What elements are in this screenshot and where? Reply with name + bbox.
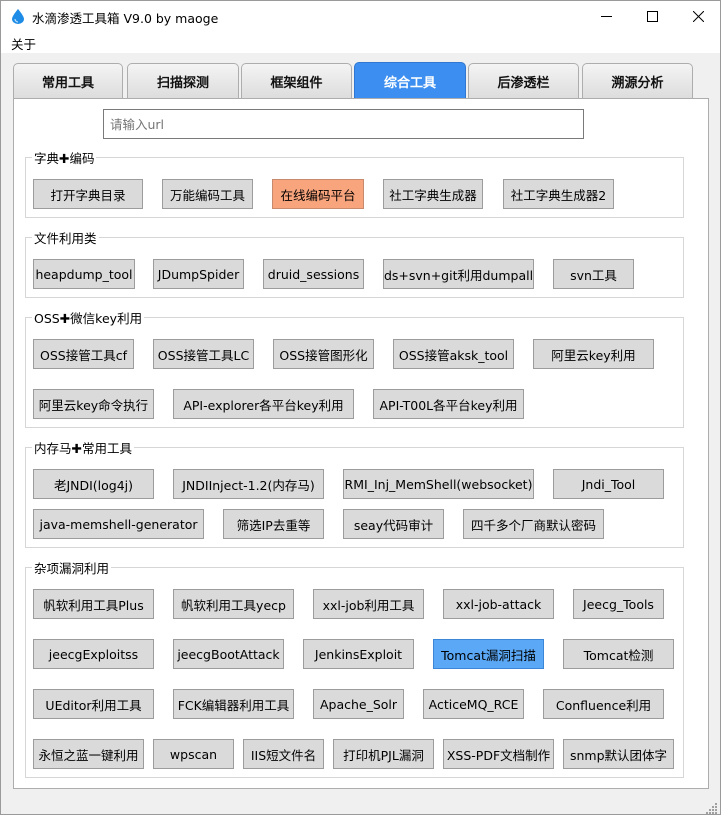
oss-takeover-cf-button[interactable]: OSS接管工具cf <box>33 339 134 369</box>
api-tool-button[interactable]: API-T00L各平台key利用 <box>373 389 524 419</box>
xss-pdf-button[interactable]: XSS-PDF文档制作 <box>443 739 554 769</box>
xxl-job-tool-button[interactable]: xxl-job利用工具 <box>313 589 424 619</box>
tab-post-exploitation[interactable]: 后渗透栏 <box>468 63 579 99</box>
tab-common-tools[interactable]: 常用工具 <box>13 63 123 99</box>
minimize-icon <box>600 15 612 17</box>
resize-grip-icon[interactable] <box>706 802 718 814</box>
universal-encoding-tool-button[interactable]: 万能编码工具 <box>162 179 253 209</box>
printer-pjl-button[interactable]: 打印机PJL漏洞 <box>333 739 434 769</box>
api-explorer-button[interactable]: API-explorer各平台key利用 <box>173 389 354 419</box>
maximize-icon <box>646 10 658 22</box>
old-jndi-button[interactable]: 老JNDI(log4j) <box>33 469 154 499</box>
apache-solr-button[interactable]: Apache_Solr <box>313 689 404 719</box>
fanruan-plus-button[interactable]: 帆软利用工具Plus <box>33 589 154 619</box>
jeecg-exploitss-button[interactable]: jeecgExploitss <box>33 639 154 669</box>
svn-tool-button[interactable]: svn工具 <box>553 259 634 289</box>
oss-takeover-gui-button[interactable]: OSS接管图形化 <box>273 339 374 369</box>
oss-takeover-lc-button[interactable]: OSS接管工具LC <box>153 339 254 369</box>
jndi-tool-button[interactable]: Jndi_Tool <box>553 469 664 499</box>
window-title: 水滴渗透工具箱 V9.0 by maoge <box>32 11 219 26</box>
oss-aksk-tool-button[interactable]: OSS接管aksk_tool <box>393 339 514 369</box>
jdumpspider-button[interactable]: JDumpSpider <box>153 259 244 289</box>
dumpall-button[interactable]: ds+svn+git利用dumpall <box>383 259 534 289</box>
water-drop-icon <box>12 9 24 24</box>
tab-strip: 常用工具 扫描探测 框架组件 综合工具 后渗透栏 溯源分析 <box>13 62 709 99</box>
group-title: OSS✚微信key利用 <box>32 308 145 327</box>
heapdump-tool-button[interactable]: heapdump_tool <box>33 259 135 289</box>
group-title: 字典✚编码 <box>32 148 97 167</box>
open-dictionary-dir-button[interactable]: 打开字典目录 <box>33 179 143 209</box>
aliyun-key-exec-button[interactable]: 阿里云key命令执行 <box>33 389 154 419</box>
fck-editor-tool-button[interactable]: FCK编辑器利用工具 <box>173 689 294 719</box>
aliyun-key-button[interactable]: 阿里云key利用 <box>533 339 654 369</box>
online-encoding-platform-button[interactable]: 在线编码平台 <box>272 179 364 209</box>
window-bottom-strip <box>1 790 720 814</box>
group-title: 内存马✚常用工具 <box>32 438 134 457</box>
group-title: 杂项漏洞利用 <box>32 558 112 577</box>
ip-dedupe-button[interactable]: 筛选IP去重等 <box>223 509 324 539</box>
activemq-rce-button[interactable]: ActiceMQ_RCE <box>423 689 524 719</box>
social-dictionary-generator-2-button[interactable]: 社工字典生成器2 <box>503 179 614 209</box>
url-input[interactable] <box>103 109 584 139</box>
tab-framework-components[interactable]: 框架组件 <box>241 63 352 99</box>
eternal-blue-button[interactable]: 永恒之蓝一键利用 <box>33 739 144 769</box>
title-bar[interactable]: 水滴渗透工具箱 V9.0 by maoge <box>1 1 720 31</box>
jeecg-boot-attack-button[interactable]: jeecgBootAttack <box>173 639 284 669</box>
close-icon <box>692 10 704 22</box>
fanruan-yecp-button[interactable]: 帆软利用工具yecp <box>173 589 294 619</box>
snmp-community-button[interactable]: snmp默认团体字 <box>563 739 674 769</box>
default-passwords-button[interactable]: 四千多个厂商默认密码 <box>463 509 604 539</box>
wpscan-button[interactable]: wpscan <box>153 739 234 769</box>
rmi-memshell-button[interactable]: RMI_Inj_MemShell(websocket) <box>343 469 534 499</box>
seay-audit-button[interactable]: seay代码审计 <box>343 509 444 539</box>
social-dictionary-generator-button[interactable]: 社工字典生成器 <box>383 179 483 209</box>
jenkins-exploit-button[interactable]: JenkinsExploit <box>303 639 414 669</box>
confluence-button[interactable]: Confluence利用 <box>543 689 664 719</box>
minimize-button[interactable] <box>583 1 629 31</box>
ueditor-tool-button[interactable]: UEditor利用工具 <box>33 689 154 719</box>
java-memshell-generator-button[interactable]: java-memshell-generator <box>33 509 204 539</box>
tomcat-vuln-scan-button[interactable]: Tomcat漏洞扫描 <box>433 639 544 669</box>
xxl-job-attack-button[interactable]: xxl-job-attack <box>443 589 554 619</box>
druid-sessions-button[interactable]: druid_sessions <box>263 259 364 289</box>
tab-integrated-tools[interactable]: 综合工具 <box>354 62 466 99</box>
tab-scan-detect[interactable]: 扫描探测 <box>127 63 239 99</box>
tab-traceability-analysis[interactable]: 溯源分析 <box>582 63 693 99</box>
maximize-button[interactable] <box>629 1 675 31</box>
jeecg-tools-button[interactable]: Jeecg_Tools <box>573 589 664 619</box>
close-button[interactable] <box>675 1 721 31</box>
iis-shortname-button[interactable]: IIS短文件名 <box>243 739 324 769</box>
menu-bar: 关于 <box>1 31 720 53</box>
jndi-inject-button[interactable]: JNDIInject-1.2(内存马) <box>173 469 324 499</box>
group-title: 文件利用类 <box>32 228 99 247</box>
menu-item-about[interactable]: 关于 <box>11 34 36 53</box>
tomcat-detect-button[interactable]: Tomcat检测 <box>563 639 674 669</box>
app-window: 水滴渗透工具箱 V9.0 by maoge 关于 常用工具 扫描探测 框架组件 … <box>0 0 721 815</box>
